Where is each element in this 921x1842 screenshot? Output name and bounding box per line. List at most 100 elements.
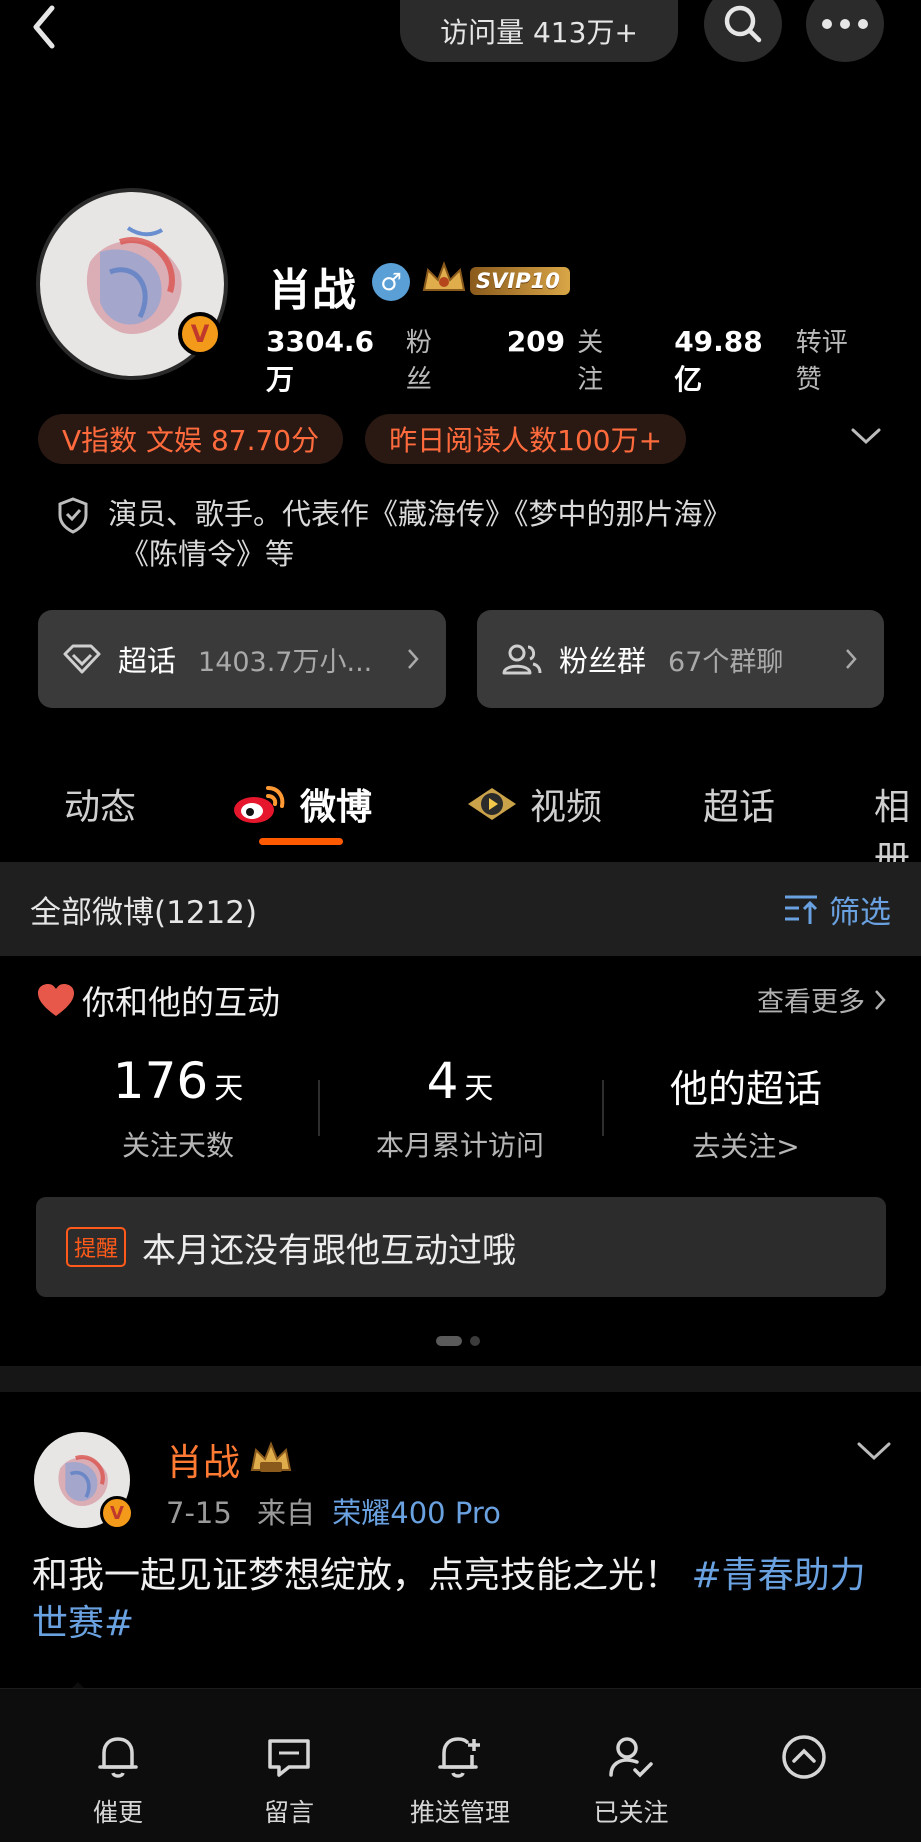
likes-label: 转评赞 [795,328,848,395]
fan-group-card[interactable]: 粉丝群 67个群聊 [477,610,884,708]
post-source-prefix: 来自 [257,1496,316,1530]
scroll-top-button[interactable] [734,1733,874,1781]
carousel-dots [436,1336,480,1346]
post-device[interactable]: 荣耀400 Pro [332,1496,501,1530]
monthly-visits-label: 本月累计访问 [375,1129,544,1162]
readers-chip[interactable]: 昨日阅读人数100万+ [365,414,687,464]
follow-days-stat: 176 天 关注天数 [58,1052,298,1164]
followers-count: 3304.6万 [266,325,375,396]
svip-badge[interactable]: SVIP10 [420,261,570,300]
bio-line-2: 《陈情令》等 [120,537,295,571]
active-tab-indicator [259,838,343,845]
follow-days-unit: 天 [214,1071,244,1105]
super-topic-title: 超话 [118,644,177,678]
tab-weibo[interactable]: 微博 [230,778,372,830]
post-author-name: 肖战 [166,1441,240,1484]
push-settings-button[interactable]: 推送管理 [390,1733,530,1829]
profile-chips: V指数 文娱 87.70分 昨日阅读人数100万+ [38,414,708,464]
tab-label: 视频 [530,787,603,828]
chevron-right-icon [844,647,858,671]
video-logo-icon [468,788,516,820]
profile-name: 肖战 [268,265,356,316]
monthly-visits-value: 4 [426,1052,459,1110]
bio-line-1: 演员、歌手。代表作《藏海传》《梦中的那片海》 [108,497,732,531]
following-label: 关注 [577,328,604,395]
remind-update-button[interactable]: 催更 [48,1733,188,1829]
verified-badge: V [100,1496,134,1530]
super-topic-value: 他的超话 [669,1067,822,1111]
post-avatar[interactable]: V [34,1432,134,1530]
reminder-banner[interactable]: 提醒 本月还没有跟他互动过哦 [36,1197,886,1297]
filter-label: 筛选 [829,894,891,931]
follow-days-value: 176 [112,1052,209,1110]
crown-icon [422,261,466,291]
followed-label: 已关注 [593,1798,669,1827]
filter-button[interactable]: 筛选 [783,887,891,932]
filter-icon [785,895,818,924]
follow-days-label: 关注天数 [121,1129,234,1162]
followers-label: 粉丝 [405,328,432,395]
more-icon [822,19,868,29]
weibo-logo-icon [234,786,285,823]
followed-button[interactable]: 已关注 [561,1733,701,1829]
tab-label: 动态 [64,787,137,828]
tab-label: 微博 [300,787,373,828]
bell-icon [48,1733,188,1781]
see-more-link[interactable]: 查看更多 [757,980,887,1019]
profile-page: 访问量 413万+ V 肖战 ♂ SVIP10 3304.6万 粉丝 209 关… [0,0,921,1842]
post-options-button[interactable] [856,1440,892,1466]
post-text: 和我一起见证梦想绽放，点亮技能之光！ #青春助力世赛# [32,1552,892,1648]
section-divider [0,1366,921,1392]
bottom-action-bar: 催更 留言 推送管理 已关注 [0,1688,921,1842]
push-settings-label: 推送管理 [409,1798,510,1827]
following-stat[interactable]: 209 关注 [507,322,623,398]
profile-tabs: 动态 微博 视频 超话 相册 [0,768,921,880]
tab-video[interactable]: 视频 [464,778,602,830]
super-topic-card[interactable]: 超话 1403.7万小... [38,610,446,708]
interaction-header: 你和他的互动 [36,976,280,1024]
back-button[interactable] [26,0,86,56]
back-icon [33,5,55,49]
remind-update-label: 催更 [92,1798,143,1827]
comment-icon [219,1733,359,1781]
more-button[interactable] [806,0,884,62]
crown-icon [250,1441,292,1472]
likes-count: 49.88亿 [674,325,763,396]
bell-plus-icon [390,1733,530,1781]
message-label: 留言 [263,1798,314,1827]
carousel-dot-active [436,1336,462,1346]
tab-super-topic[interactable]: 超话 [703,778,775,830]
search-button[interactable] [704,0,782,62]
followers-stat[interactable]: 3304.6万 粉丝 [266,322,455,398]
chevron-right-icon [875,989,886,1010]
weibo-filter-bar: 全部微博(1212) 筛选 [0,862,921,956]
go-follow-link[interactable]: 去关注> [626,1125,866,1165]
user-check-icon [561,1733,701,1781]
super-topic-stat[interactable]: 他的超话 去关注> [626,1058,866,1165]
shield-icon [56,496,90,538]
post-author[interactable]: 肖战 [166,1432,294,1486]
chevron-right-icon [406,647,420,671]
post-topic-part-1: #青春助 [691,1555,830,1596]
post-body: 和我一起见证梦想绽放，点亮技能之光！ [32,1555,681,1596]
profile-bio: 演员、歌手。代表作《藏海传》《梦中的那片海》 《陈情令》等 [108,494,868,574]
svip-level: SVIP10 [470,267,570,295]
arrow-up-circle-icon [734,1733,874,1781]
tab-dynamics[interactable]: 动态 [64,778,136,830]
stat-divider [318,1080,320,1136]
post-date: 7-15 [166,1496,232,1530]
message-button[interactable]: 留言 [219,1733,359,1829]
fan-group-count: 67个群聊 [668,646,784,678]
interaction-title: 你和他的互动 [82,983,280,1022]
v-index-chip[interactable]: V指数 文娱 87.70分 [38,414,344,464]
heart-icon [36,982,76,1018]
expand-profile-button[interactable] [850,426,882,450]
monthly-visits-unit: 天 [464,1071,494,1105]
verified-badge: V [178,312,222,356]
monthly-visits-stat: 4天 本月累计访问 [340,1052,580,1164]
carousel-dot [470,1336,480,1346]
likes-stat[interactable]: 49.88亿 转评赞 [674,322,869,398]
visits-counter[interactable]: 访问量 413万+ [400,0,678,62]
profile-stats: 3304.6万 粉丝 209 关注 49.88亿 转评赞 [266,322,921,398]
profile-avatar[interactable]: V [36,188,228,380]
